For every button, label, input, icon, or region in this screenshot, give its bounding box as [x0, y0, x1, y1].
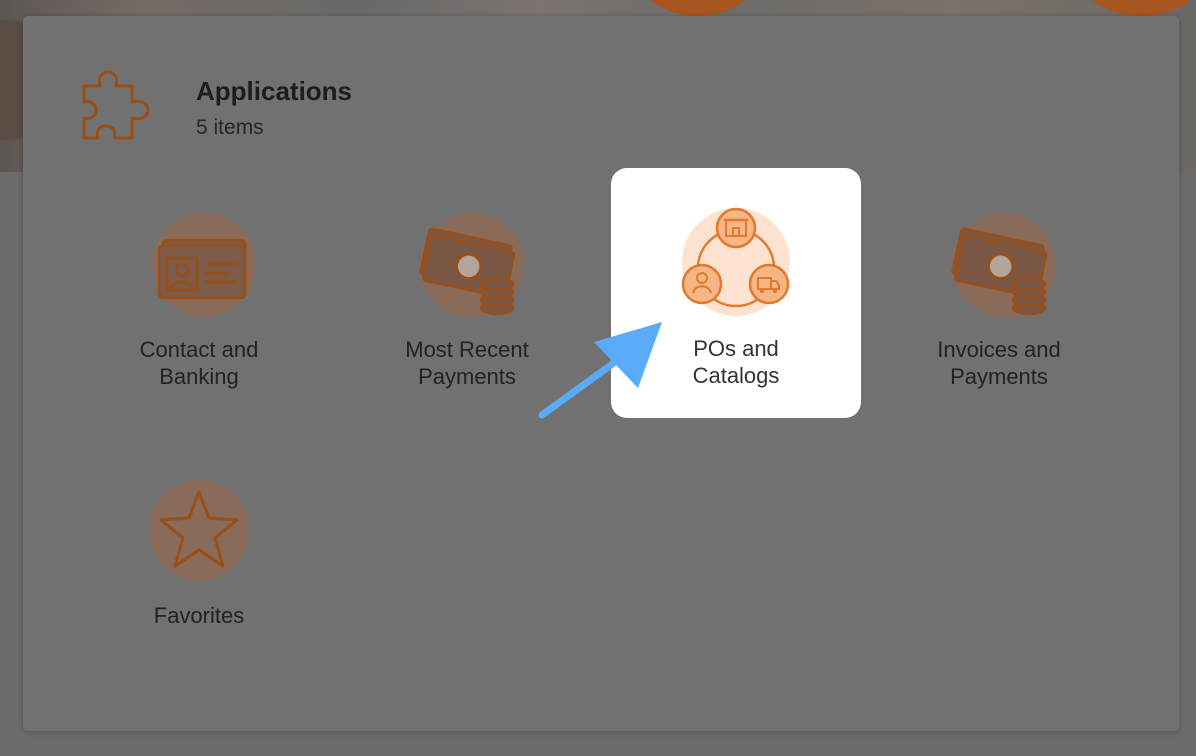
- banner-decoration: [640, 0, 755, 16]
- pointer-arrow-annotation: [538, 322, 662, 419]
- page-title: Applications: [196, 76, 353, 106]
- store-user-truck-icon: [681, 207, 790, 316]
- tile-label: Invoices and Payments: [937, 337, 1061, 389]
- money-coins-icon: [419, 213, 524, 317]
- tile-invoices-and-payments[interactable]: Invoices and Payments: [874, 170, 1124, 420]
- money-coins-icon: [951, 213, 1056, 317]
- tile-contact-and-banking[interactable]: Contact and Banking: [74, 170, 324, 420]
- tile-favorites[interactable]: Favorites: [74, 450, 324, 700]
- item-count: 5 items: [196, 116, 264, 139]
- id-card-icon: [152, 213, 256, 317]
- star-icon: [149, 480, 249, 580]
- tile-label: Contact and Banking: [139, 337, 259, 389]
- banner-decoration: [1082, 0, 1196, 16]
- tile-label: Favorites: [153, 603, 245, 628]
- puzzle-icon: [82, 70, 150, 140]
